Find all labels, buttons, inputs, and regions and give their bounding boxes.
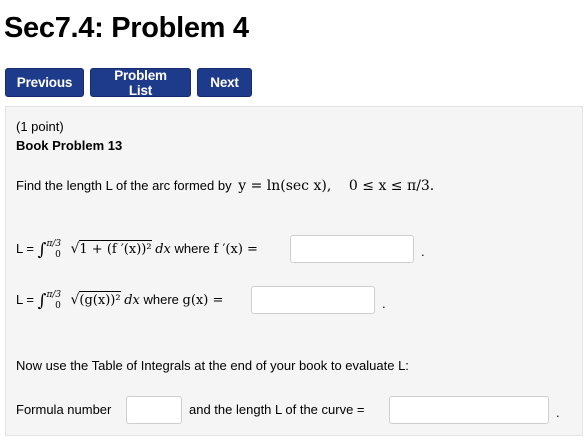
where-rhs: g(x) = — [182, 293, 224, 308]
formula-number-input[interactable] — [126, 396, 182, 424]
statement-function: y = ln(sec x), — [238, 178, 332, 194]
lower-limit: 0 — [55, 301, 61, 311]
problem-statement: Find the length L of the arc formed by y… — [16, 178, 434, 194]
where-label: where — [174, 241, 210, 256]
next-button[interactable]: Next — [197, 68, 252, 97]
line2-period: . — [382, 296, 386, 311]
previous-button[interactable]: Previous — [5, 68, 84, 97]
table-instruction: Now use the Table of Integrals at the en… — [16, 358, 409, 373]
statement-prefix: Find the length L of the arc formed by — [16, 178, 232, 193]
statement-domain: 0 ≤ x ≤ π/3. — [348, 178, 435, 194]
g-answer-input[interactable] — [251, 286, 375, 314]
where-rhs: f ′(x) = — [213, 242, 258, 257]
integral-line-1: L = ∫π/30 √1 + (f ′(x))² dx where f ′(x)… — [16, 239, 258, 260]
dx-label: dx — [155, 242, 171, 257]
book-problem-label: Book Problem 13 — [16, 138, 123, 153]
curve-length-input[interactable] — [389, 396, 549, 424]
line1-period: . — [421, 244, 425, 259]
integrand: (g(x))² — [79, 291, 121, 308]
integrand: 1 + (f ′(x))² — [79, 240, 152, 257]
points-label: (1 point) — [16, 119, 64, 134]
final-period: . — [556, 405, 560, 420]
integral-line-2: L = ∫π/30 √(g(x))² dx where g(x) = — [16, 290, 224, 311]
l-equals-label: L = — [16, 241, 34, 256]
problem-list-button[interactable]: Problem List — [90, 68, 191, 98]
l-equals-label: L = — [16, 292, 34, 307]
page-title: Sec7.4: Problem 4 — [4, 12, 249, 44]
fprime-answer-input[interactable] — [290, 235, 414, 263]
curve-length-label: and the length L of the curve = — [189, 402, 365, 417]
problem-navigation: Previous Problem List Next — [5, 68, 252, 98]
upper-limit: π/3 — [46, 239, 62, 249]
formula-number-label: Formula number — [16, 402, 112, 417]
lower-limit: 0 — [55, 250, 61, 260]
where-label: where — [143, 292, 179, 307]
problem-body: (1 point) Book Problem 13 Find the lengt… — [5, 106, 583, 436]
dx-label: dx — [124, 293, 140, 308]
upper-limit: π/3 — [46, 290, 62, 300]
